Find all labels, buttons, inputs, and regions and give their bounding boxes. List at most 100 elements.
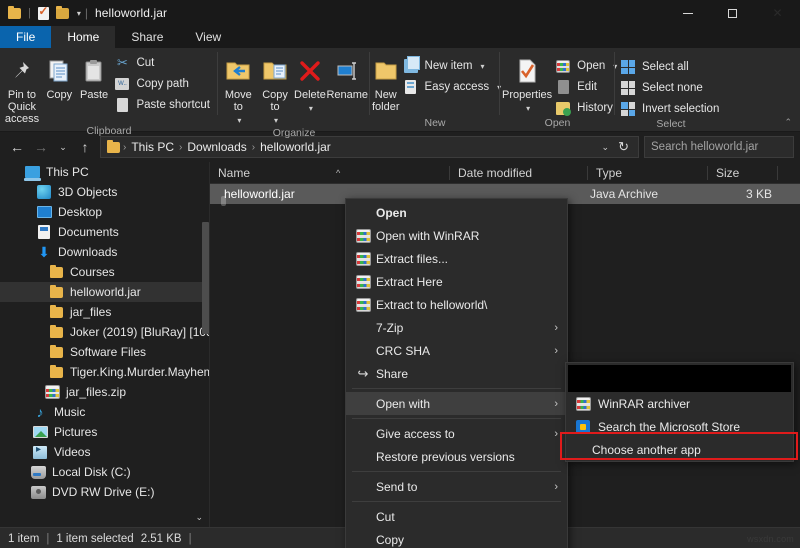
minimize-button[interactable] <box>665 0 710 26</box>
paste-button[interactable]: Paste <box>77 53 112 101</box>
back-button[interactable]: ← <box>6 136 28 158</box>
folder-icon <box>107 142 120 153</box>
context-menu-item-copy[interactable]: Copy <box>346 528 567 548</box>
context-menu[interactable]: Open Open with WinRAR Extract files... E… <box>345 198 568 548</box>
search-input[interactable]: Search helloworld.jar <box>644 136 794 158</box>
column-header-name[interactable]: Name ^ <box>210 162 450 184</box>
chevron-down-icon[interactable]: ▾ <box>526 103 530 115</box>
recent-locations-button[interactable]: ⌄ <box>54 136 72 158</box>
new-item-button[interactable]: New item▾ <box>400 57 508 75</box>
submenu-item-winrar-archiver[interactable]: WinRAR archiver <box>566 392 793 415</box>
properties-icon[interactable] <box>38 7 49 20</box>
nav-item-dvd-rw-drive-e[interactable]: DVD RW Drive (E:) ⌄ <box>0 482 209 502</box>
chevron-down-icon[interactable]: ▾ <box>237 115 241 127</box>
rename-button[interactable]: Rename <box>326 53 368 101</box>
history-button[interactable]: History <box>552 99 623 117</box>
tab-home[interactable]: Home <box>51 26 115 48</box>
select-none-button[interactable]: Select none <box>617 79 725 97</box>
nav-label: Courses <box>70 265 115 279</box>
nav-item-courses[interactable]: Courses <box>0 262 209 282</box>
videos-icon <box>32 444 48 460</box>
select-all-button[interactable]: Select all <box>617 58 725 76</box>
copy-path-button[interactable]: W.. Copy path <box>111 75 216 93</box>
nav-item-jar-files-zip[interactable]: jar_files.zip <box>0 382 209 402</box>
column-header-size[interactable]: Size <box>708 162 778 184</box>
context-menu-item-open-with-winrar[interactable]: Open with WinRAR <box>346 224 567 247</box>
context-menu-item-send-to[interactable]: Send to › <box>346 475 567 498</box>
column-header-date-modified[interactable]: Date modified <box>450 162 588 184</box>
pin-icon <box>9 55 35 87</box>
edit-button[interactable]: Edit <box>552 78 623 96</box>
context-menu-item-open-with[interactable]: Open with › <box>346 392 567 415</box>
column-header-type[interactable]: Type <box>588 162 708 184</box>
easy-access-button[interactable]: Easy access▾ <box>400 78 508 96</box>
context-menu-item-open[interactable]: Open <box>346 201 567 224</box>
nav-item-jar-files[interactable]: jar_files <box>0 302 209 322</box>
new-folder-icon[interactable] <box>56 8 69 19</box>
submenu-item-search-microsoft-store[interactable]: Search the Microsoft Store <box>566 415 793 438</box>
context-menu-item-restore-previous-versions[interactable]: Restore previous versions <box>346 445 567 468</box>
nav-item-music[interactable]: ♪ Music <box>0 402 209 422</box>
context-menu-item-crc-sha[interactable]: CRC SHA › <box>346 339 567 362</box>
context-menu-item-cut[interactable]: Cut <box>346 505 567 528</box>
breadcrumb-this-pc[interactable]: This PC <box>129 140 176 154</box>
nav-item-desktop[interactable]: Desktop <box>0 202 209 222</box>
navigation-scrollbar[interactable] <box>202 222 209 334</box>
chevron-down-icon[interactable]: ▾ <box>77 9 81 18</box>
nav-item-downloads[interactable]: ⬇ Downloads <box>0 242 209 262</box>
no-icon <box>354 205 372 221</box>
new-small-commands: New item▾ Easy access▾ <box>400 53 508 96</box>
navigation-pane[interactable]: This PC 3D Objects Desktop Documents ⬇ D… <box>0 162 210 527</box>
tab-view[interactable]: View <box>179 26 237 48</box>
maximize-button[interactable] <box>710 0 755 26</box>
copy-to-button[interactable]: Copy to▾ <box>257 53 294 127</box>
nav-item-documents[interactable]: Documents <box>0 222 209 242</box>
nav-item-3d-objects[interactable]: 3D Objects <box>0 182 209 202</box>
nav-item-local-disk-c[interactable]: Local Disk (C:) <box>0 462 209 482</box>
chevron-down-icon[interactable]: ▾ <box>480 62 484 71</box>
properties-button[interactable]: Properties▾ <box>502 53 552 115</box>
nav-item-tiger-king[interactable]: Tiger.King.Murder.Mayhem <box>0 362 209 382</box>
nav-item-videos[interactable]: Videos <box>0 442 209 462</box>
submenu-item-choose-another-app[interactable]: Choose another app <box>566 438 793 461</box>
breadcrumb-downloads[interactable]: Downloads <box>185 140 248 154</box>
open-button[interactable]: Open▾ <box>552 57 623 75</box>
nav-item-helloworld-jar[interactable]: helloworld.jar <box>0 282 209 302</box>
context-menu-item-extract-files[interactable]: Extract files... <box>346 247 567 270</box>
copy-button[interactable]: Copy <box>42 53 77 101</box>
tab-file[interactable]: File <box>0 26 51 48</box>
forward-button[interactable]: → <box>30 136 52 158</box>
nav-item-pictures[interactable]: Pictures <box>0 422 209 442</box>
close-button[interactable]: ✕ <box>755 0 800 26</box>
tab-share[interactable]: Share <box>115 26 179 48</box>
winrar-icon <box>574 396 592 412</box>
nav-item-this-pc[interactable]: This PC <box>0 162 209 182</box>
context-menu-item-give-access-to[interactable]: Give access to › <box>346 422 567 445</box>
chevron-down-icon: ⌄ <box>59 142 67 153</box>
context-menu-item-share[interactable]: ↪ Share <box>346 362 567 385</box>
cut-button[interactable]: ✂ Cut <box>111 54 216 72</box>
refresh-icon[interactable]: ↻ <box>616 139 634 155</box>
context-menu-label: Open with <box>376 397 554 411</box>
nav-item-joker[interactable]: Joker (2019) [BluRay] [108 <box>0 322 209 342</box>
new-folder-button[interactable]: New folder <box>372 53 400 113</box>
context-menu-item-extract-here[interactable]: Extract Here <box>346 270 567 293</box>
paste-shortcut-button[interactable]: Paste shortcut <box>111 96 216 114</box>
chevron-down-icon[interactable]: ▾ <box>309 103 313 115</box>
context-menu-item-extract-to-folder[interactable]: Extract to helloworld\ <box>346 293 567 316</box>
nav-item-software-files[interactable]: Software Files <box>0 342 209 362</box>
folder-icon[interactable] <box>8 8 21 19</box>
pin-to-quick-access-button[interactable]: Pin to Quick access <box>2 53 42 125</box>
invert-selection-button[interactable]: Invert selection <box>617 100 725 118</box>
breadcrumb[interactable]: › This PC › Downloads › helloworld.jar ⌄… <box>100 136 639 158</box>
up-button[interactable]: ↑ <box>74 136 96 158</box>
delete-button[interactable]: Delete▾ <box>293 53 326 115</box>
collapse-ribbon-button[interactable]: ⌃ <box>784 117 792 128</box>
context-menu-item-7-zip[interactable]: 7-Zip › <box>346 316 567 339</box>
chevron-down-icon[interactable]: ⌄ <box>195 512 203 523</box>
open-with-submenu[interactable]: WinRAR archiver Search the Microsoft Sto… <box>565 362 794 462</box>
chevron-down-icon[interactable]: ▾ <box>274 115 278 127</box>
move-to-button[interactable]: Move to▾ <box>220 53 257 127</box>
address-dropdown-icon[interactable]: ⌄ <box>598 142 614 153</box>
breadcrumb-helloworld[interactable]: helloworld.jar <box>258 140 333 154</box>
